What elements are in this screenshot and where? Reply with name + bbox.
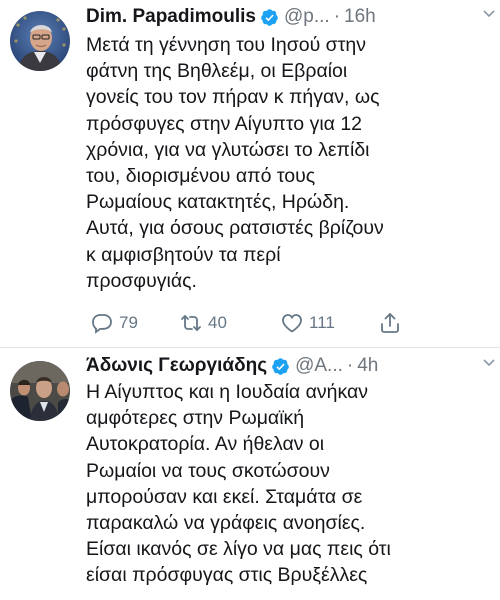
avatar-photo-icon bbox=[10, 11, 70, 71]
separator-dot: · bbox=[333, 6, 341, 27]
tweet-text-line: φάτνη της Βηθλεέμ, οι Εβραίοι bbox=[86, 60, 348, 83]
tweet-text-line: είσαι πρόσφυγας στις Βρυξέλλες bbox=[86, 564, 368, 587]
reply-button[interactable]: 79 bbox=[90, 309, 138, 337]
share-icon bbox=[381, 313, 399, 333]
tweet-header: Dim. Papadimoulis @p... · 16h bbox=[86, 4, 494, 30]
tweet-papadimoulis[interactable]: Dim. Papadimoulis @p... · 16h Μετά τη γέ… bbox=[0, 0, 500, 348]
tweet-text-line: Αυτοκρατορία. Αν ήθελαν οι bbox=[86, 433, 325, 456]
tweet-text: Η Αίγυπτος και η Ιουδαία ανήκαν αμφότερε… bbox=[86, 379, 488, 589]
tweet-text-line: Μετά τη γέννηση του Ιησού στην bbox=[86, 34, 367, 56]
reply-icon bbox=[92, 314, 112, 334]
chevron-down-icon[interactable] bbox=[482, 355, 496, 369]
tweet-text-line: μπορούσαν και εκεί. Σταμάτα σε bbox=[86, 485, 363, 508]
tweet-divider bbox=[0, 347, 500, 348]
separator-dot: · bbox=[346, 355, 354, 376]
tweet-text-line: γονείς του τον πήραν κ πήγαν, ως bbox=[86, 86, 380, 109]
retweet-button[interactable]: 40 bbox=[179, 309, 227, 337]
tweet-text-line: αμφότερες στην Ρωμαϊκή bbox=[86, 407, 305, 430]
tweet-text: Μετά τη γέννηση του Ιησού στην φάτνη της… bbox=[86, 32, 488, 294]
reply-count: 79 bbox=[119, 313, 138, 332]
tweet-text-line: πρόσφυγες στην Αίγυπτο για 12 bbox=[86, 112, 363, 135]
tweet-text-line: Ρωμαίοι να τους σκοτώσουν bbox=[86, 459, 330, 482]
chevron-down-icon[interactable] bbox=[482, 6, 496, 20]
tweet-header: Άδωνις Γεωργιάδης @A... · 4h bbox=[86, 353, 494, 379]
retweet-count: 40 bbox=[208, 313, 227, 332]
verified-badge-icon bbox=[271, 357, 290, 376]
tweet-text-line: του, διορισμένου από τους bbox=[86, 165, 316, 188]
tweet-timestamp[interactable]: 4h bbox=[357, 355, 378, 377]
like-button[interactable]: 111 bbox=[280, 309, 335, 337]
author-name[interactable]: Άδωνις Γεωργιάδης bbox=[86, 355, 267, 377]
tweet-text-line: Η Αίγυπτος και η Ιουδαία ανήκαν bbox=[86, 381, 368, 403]
tweet-text-line: Ρωμαίους κατακτητές, Ηρώδη. bbox=[86, 191, 350, 214]
like-icon bbox=[282, 314, 302, 333]
tweet-text-line: κ αμφισβητούν τα περί bbox=[86, 243, 281, 266]
tweet-timestamp[interactable]: 16h bbox=[344, 6, 376, 28]
tweet-text-line: Αυτά, για όσους ρατσιστές βρίζουν bbox=[86, 217, 384, 240]
retweet-icon bbox=[181, 315, 201, 331]
verified-badge-icon bbox=[260, 8, 279, 27]
tweet-text-line: προσφυγιάς. bbox=[86, 269, 197, 292]
author-handle[interactable]: @A... bbox=[295, 355, 343, 377]
share-button[interactable] bbox=[378, 309, 407, 337]
author-handle[interactable]: @p... bbox=[284, 6, 330, 28]
avatar[interactable] bbox=[10, 361, 70, 421]
tweet-text-line: παρακαλώ να γράφεις ανοησίες. bbox=[86, 512, 366, 535]
avatar-photo-icon bbox=[10, 361, 70, 421]
tweet-georgiadis[interactable]: Άδωνις Γεωργιάδης @A... · 4h Η Αίγυπτος … bbox=[0, 349, 500, 600]
tweet-actions: 79 40 111 bbox=[90, 309, 410, 337]
like-count: 111 bbox=[309, 313, 335, 332]
avatar[interactable] bbox=[10, 11, 70, 71]
tweet-text-line: χρόνια, για να γλυτώσει το λεπίδι bbox=[86, 138, 370, 161]
author-name[interactable]: Dim. Papadimoulis bbox=[86, 6, 256, 28]
tweet-text-line: Είσαι ικανός σε λίγο να μας πεις ότι bbox=[86, 538, 391, 561]
